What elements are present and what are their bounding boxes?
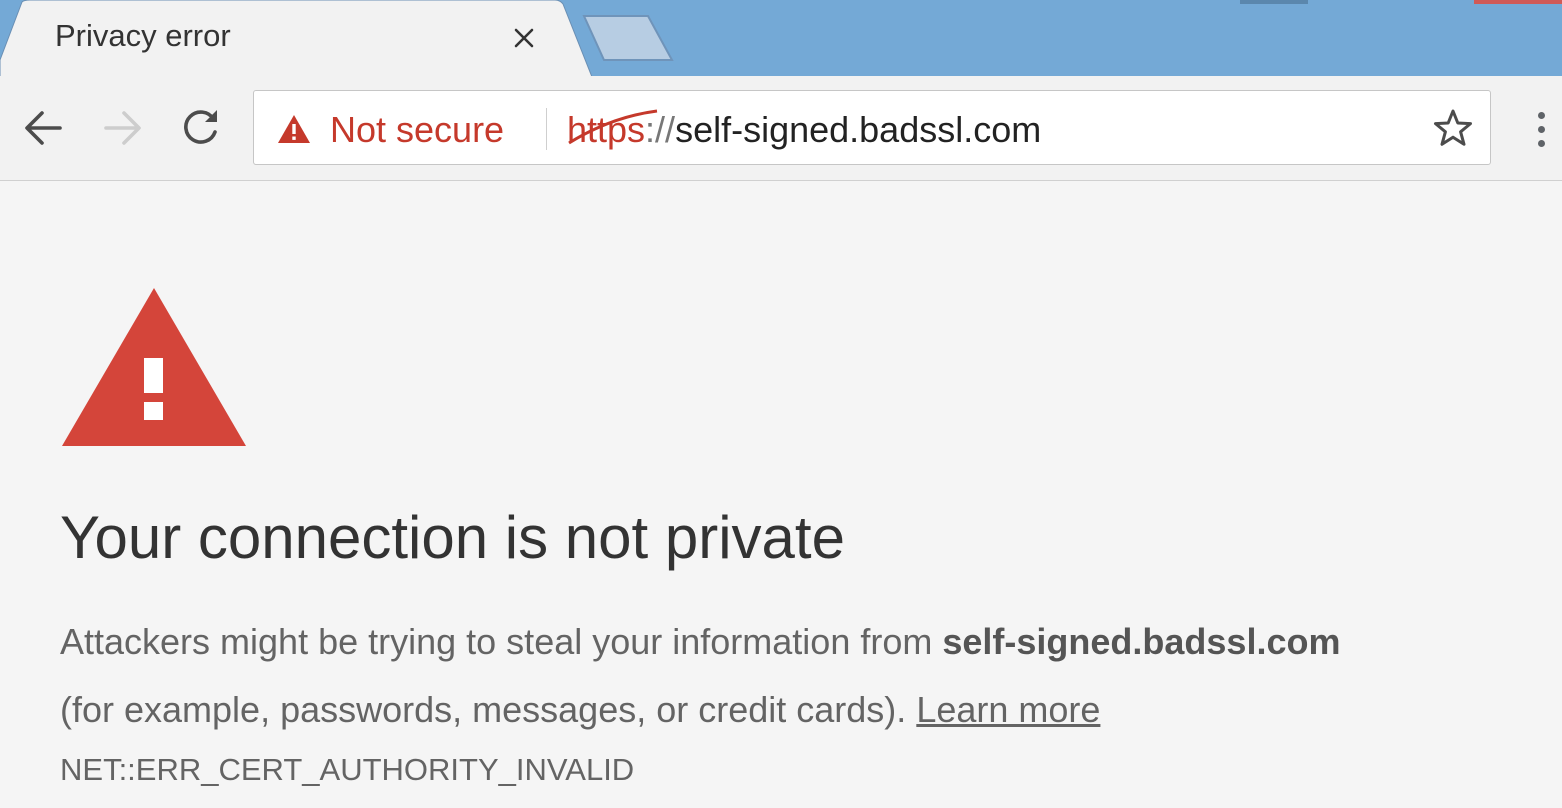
site-name: self-signed.badssl.com bbox=[942, 621, 1341, 662]
url-text[interactable]: https://self-signed.badssl.com bbox=[567, 109, 1041, 151]
omnibox-divider bbox=[546, 108, 547, 150]
learn-more-link[interactable]: Learn more bbox=[916, 689, 1100, 730]
new-tab-icon[interactable] bbox=[582, 14, 674, 62]
error-code: NET::ERR_CERT_AUTHORITY_INVALID bbox=[60, 752, 635, 787]
minimize-button[interactable] bbox=[1240, 0, 1308, 4]
explanation-prefix: Attackers might be trying to steal your … bbox=[60, 621, 943, 662]
page-heading: Your connection is not private bbox=[60, 504, 845, 571]
close-icon[interactable] bbox=[507, 21, 541, 55]
warning-triangle-icon bbox=[62, 288, 246, 446]
back-button[interactable] bbox=[18, 103, 68, 153]
star-icon bbox=[1434, 109, 1472, 146]
tab-strip: Privacy error bbox=[0, 0, 1562, 77]
omnibox[interactable]: Not secure https://self-signed.badssl.co… bbox=[253, 90, 1491, 165]
explanation-suffix: (for example, passwords, messages, or cr… bbox=[60, 689, 917, 730]
url-scheme: https bbox=[567, 109, 658, 150]
toolbar: Not secure https://self-signed.badssl.co… bbox=[0, 76, 1562, 181]
arrow-back-icon bbox=[25, 111, 62, 145]
reload-button[interactable] bbox=[176, 103, 226, 153]
tab-title[interactable]: Privacy error bbox=[55, 18, 231, 54]
more-vert-icon[interactable] bbox=[1526, 104, 1556, 154]
forward-button[interactable] bbox=[98, 103, 148, 153]
window-close-button[interactable] bbox=[1474, 0, 1562, 4]
reload-icon bbox=[184, 110, 217, 144]
warning-triangle-icon[interactable] bbox=[276, 113, 312, 145]
bookmark-button[interactable] bbox=[1430, 105, 1476, 151]
url-host: self-signed.badssl.com bbox=[675, 109, 1042, 150]
strikethrough-mark bbox=[568, 109, 658, 145]
explanation-text: Attackers might be trying to steal your … bbox=[60, 608, 1540, 744]
security-status-label[interactable]: Not secure bbox=[330, 109, 504, 151]
arrow-forward-icon bbox=[104, 111, 141, 145]
